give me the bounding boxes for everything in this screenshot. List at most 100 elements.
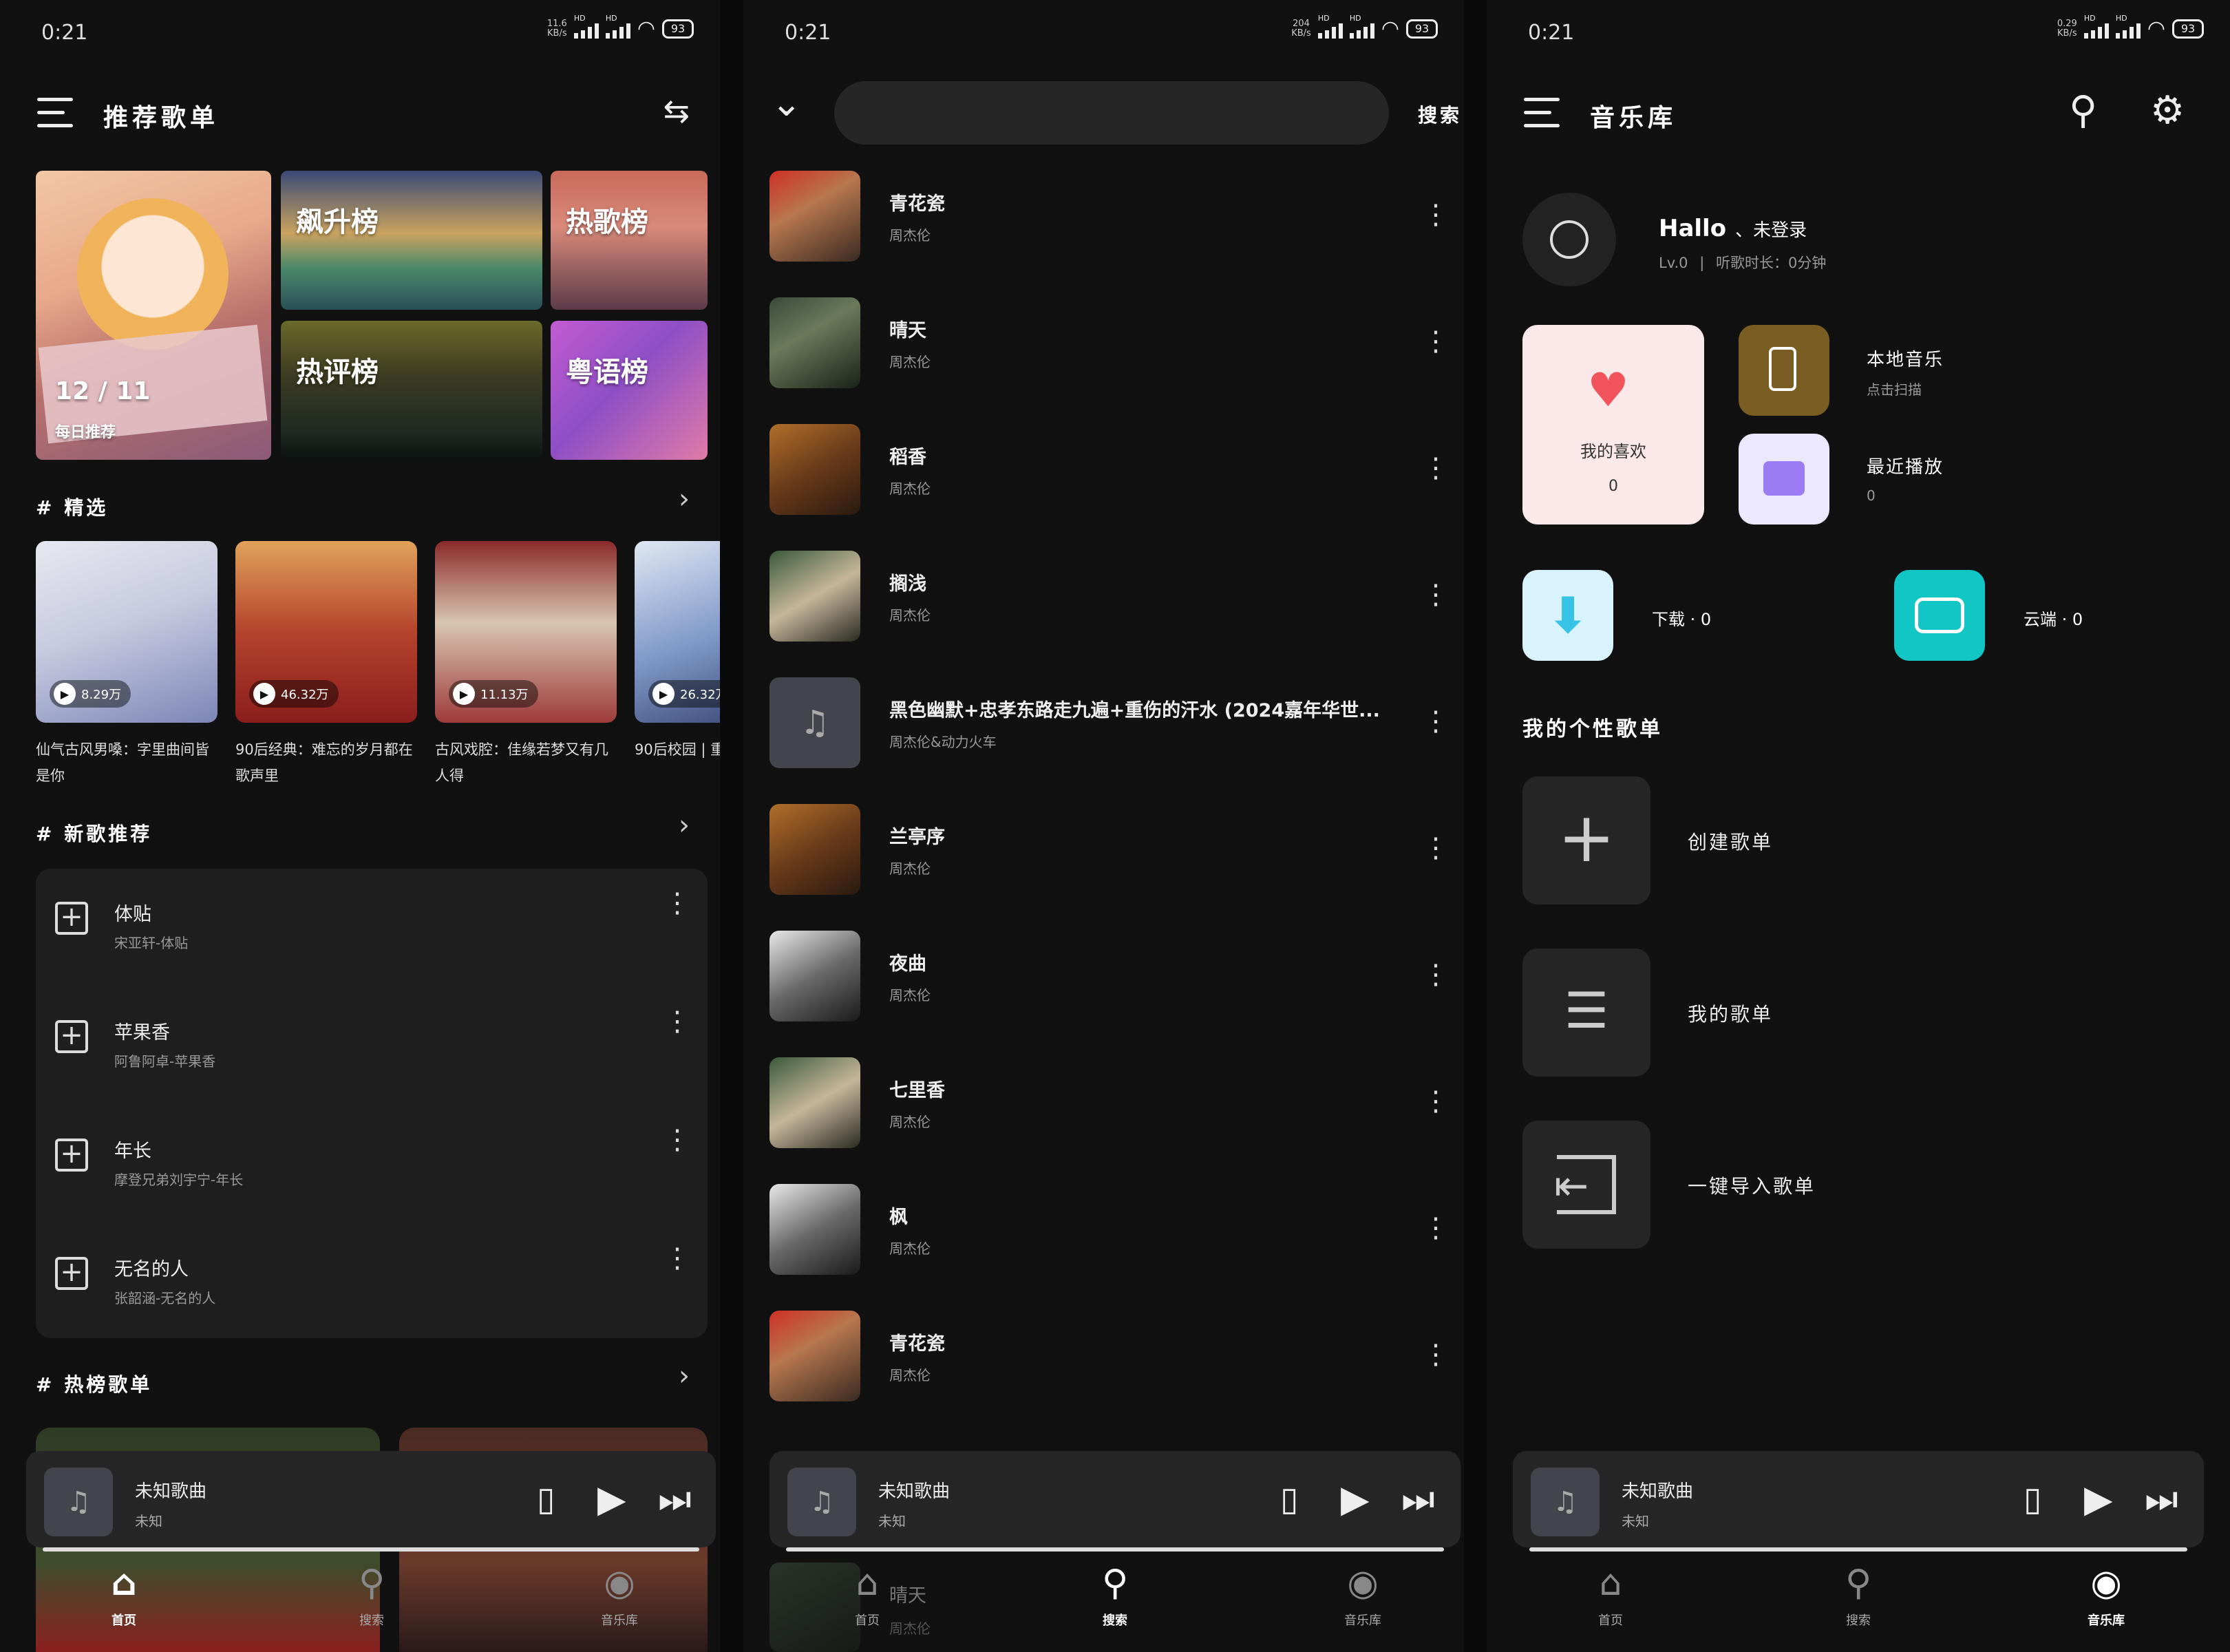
play-icon: ▶ bbox=[54, 683, 76, 705]
status-bar: 0:21 11.6 KB/s HD HD ◠ 93 bbox=[0, 0, 720, 62]
play-icon[interactable]: ▶ bbox=[1341, 1477, 1370, 1521]
chart-soaring[interactable]: 飙升榜 bbox=[281, 171, 542, 310]
chart-comment[interactable]: 热评榜 bbox=[281, 321, 542, 460]
list-item[interactable]: 夜曲 周杰伦 ⋮ bbox=[743, 914, 1464, 1041]
list-item[interactable]: 青花瓷 周杰伦 ⋮ bbox=[743, 154, 1464, 281]
plus-box-icon[interactable]: + bbox=[55, 1020, 88, 1053]
chevron-right-icon[interactable]: › bbox=[679, 1360, 690, 1392]
mini-player[interactable]: ♫ 未知歌曲 未知 ▯ ▶ ⏭ bbox=[26, 1451, 716, 1552]
chart-hot[interactable]: 热歌榜 bbox=[551, 171, 708, 310]
more-vert-icon[interactable]: ⋮ bbox=[1422, 1214, 1450, 1242]
menu-icon[interactable] bbox=[37, 98, 73, 128]
plus-box-icon[interactable]: + bbox=[55, 1257, 88, 1290]
speaker-icon[interactable]: ▯ bbox=[537, 1480, 555, 1518]
more-vert-icon[interactable]: ⋮ bbox=[1422, 961, 1450, 988]
search-button[interactable]: 搜索 bbox=[1418, 100, 1462, 128]
more-vert-icon[interactable]: ⋮ bbox=[1422, 1341, 1450, 1368]
search-input[interactable] bbox=[834, 81, 1389, 145]
list-item[interactable]: + 苹果香 阿鲁阿卓-苹果香 ⋮ bbox=[36, 987, 708, 1083]
plus-box-icon[interactable]: + bbox=[55, 902, 88, 935]
list-item[interactable]: ♫ 黑色幽默+忠孝东路走九遍+重伤的汗水 (2024嘉年华世... 周杰伦&动力… bbox=[743, 661, 1464, 787]
nav-search[interactable]: ⚲ 搜索 bbox=[1074, 1563, 1156, 1629]
mini-player[interactable]: ♫ 未知歌曲 未知 ▯ ▶ ⏭ bbox=[769, 1451, 1461, 1552]
my-playlists-label[interactable]: 我的歌单 bbox=[1688, 999, 1773, 1027]
swap-icon[interactable]: ⇆ bbox=[663, 92, 690, 129]
settings-icon[interactable]: ⚙ bbox=[2150, 88, 2185, 133]
featured-card[interactable]: ▶ 11.13万 古风戏腔：佳缘若梦又有几人得 bbox=[435, 541, 617, 789]
create-playlist-button[interactable]: + bbox=[1522, 776, 1650, 904]
more-vert-icon[interactable]: ⋮ bbox=[663, 1245, 691, 1272]
more-vert-icon[interactable]: ⋮ bbox=[1422, 328, 1450, 355]
play-icon[interactable]: ▶ bbox=[2084, 1477, 2113, 1521]
menu-icon[interactable] bbox=[1524, 98, 1560, 128]
more-vert-icon[interactable]: ⋮ bbox=[663, 1008, 691, 1035]
local-music-label[interactable]: 本地音乐 bbox=[1867, 346, 1944, 371]
daily-recommend-card[interactable]: 12 / 11 每日推荐 bbox=[36, 171, 271, 460]
skip-next-icon[interactable]: ⏭ bbox=[658, 1477, 692, 1521]
nav-search[interactable]: ⚲ 搜索 bbox=[330, 1563, 413, 1629]
chevron-right-icon[interactable]: › bbox=[679, 809, 690, 841]
import-playlist-label[interactable]: 一键导入歌单 bbox=[1688, 1172, 1816, 1199]
search-icon: ⚲ bbox=[1101, 1563, 1129, 1604]
nav-library[interactable]: ◉ 音乐库 bbox=[1321, 1563, 1404, 1629]
album-art bbox=[769, 931, 860, 1021]
list-item[interactable]: 搁浅 周杰伦 ⋮ bbox=[743, 534, 1464, 661]
more-vert-icon[interactable]: ⋮ bbox=[1422, 708, 1450, 735]
skip-next-icon[interactable]: ⏭ bbox=[2145, 1477, 2178, 1521]
featured-card[interactable]: ▶ 46.32万 90后经典：难忘的岁月都在歌声里 bbox=[235, 541, 417, 789]
search-icon: ⚲ bbox=[1845, 1563, 1872, 1604]
speaker-icon[interactable]: ▯ bbox=[2024, 1480, 2041, 1518]
list-item[interactable]: 枫 周杰伦 ⋮ bbox=[743, 1167, 1464, 1294]
nav-library[interactable]: ◉ 音乐库 bbox=[2065, 1563, 2147, 1629]
list-item[interactable]: 晴天 周杰伦 ⋮ bbox=[743, 281, 1464, 407]
chevron-right-icon[interactable]: › bbox=[679, 483, 690, 515]
more-vert-icon[interactable]: ⋮ bbox=[1422, 454, 1450, 482]
nav-home[interactable]: ⌂ 首页 bbox=[826, 1563, 909, 1629]
more-vert-icon[interactable]: ⋮ bbox=[1422, 581, 1450, 608]
more-vert-icon[interactable]: ⋮ bbox=[1422, 834, 1450, 862]
nav-search[interactable]: ⚲ 搜索 bbox=[1817, 1563, 1900, 1629]
favorites-tile[interactable]: ♥ 我的喜欢 0 bbox=[1522, 325, 1704, 525]
signal-icon: HD bbox=[2083, 14, 2109, 39]
download-label[interactable]: 下载 · 0 bbox=[1652, 606, 1711, 630]
recent-label[interactable]: 最近播放 bbox=[1867, 453, 1944, 478]
play-icon[interactable]: ▶ bbox=[597, 1477, 626, 1521]
my-playlists-button[interactable]: ☰ bbox=[1522, 949, 1650, 1077]
cloud-tile[interactable] bbox=[1894, 570, 1985, 661]
wifi-icon: ◠ bbox=[637, 17, 655, 41]
skip-next-icon[interactable]: ⏭ bbox=[1401, 1477, 1435, 1521]
nav-library[interactable]: ◉ 音乐库 bbox=[578, 1563, 661, 1629]
list-item[interactable]: + 无名的人 张韶涵-无名的人 ⋮ bbox=[36, 1224, 708, 1320]
list-item[interactable]: 兰亭序 周杰伦 ⋮ bbox=[743, 787, 1464, 914]
battery-icon: 93 bbox=[2172, 19, 2204, 39]
featured-card[interactable]: ▶26.32万 90后校园 | 重要这首歌 bbox=[635, 541, 720, 763]
create-playlist-label[interactable]: 创建歌单 bbox=[1688, 827, 1773, 855]
list-item[interactable]: 七里香 周杰伦 ⋮ bbox=[743, 1041, 1464, 1167]
login-status[interactable]: 、未登录 bbox=[1735, 220, 1807, 241]
import-playlist-button[interactable]: ⇤ bbox=[1522, 1121, 1650, 1249]
cloud-label[interactable]: 云端 · 0 bbox=[2024, 606, 2083, 630]
nav-home[interactable]: ⌂ 首页 bbox=[1569, 1563, 1652, 1629]
chart-cantonese[interactable]: 粤语榜 bbox=[551, 321, 708, 460]
more-vert-icon[interactable]: ⋮ bbox=[663, 1126, 691, 1154]
more-vert-icon[interactable]: ⋮ bbox=[1422, 201, 1450, 229]
list-item[interactable]: 青花瓷 周杰伦 ⋮ bbox=[743, 1294, 1464, 1421]
avatar[interactable] bbox=[1522, 193, 1616, 286]
download-tile[interactable]: ⬇ bbox=[1522, 570, 1613, 661]
plus-box-icon[interactable]: + bbox=[55, 1139, 88, 1172]
search-icon[interactable]: ⚲ bbox=[2069, 88, 2097, 133]
nav-home[interactable]: ⌂ 首页 bbox=[83, 1563, 165, 1629]
mini-player[interactable]: ♫ 未知歌曲 未知 ▯ ▶ ⏭ bbox=[1513, 1451, 2204, 1552]
album-art bbox=[769, 297, 860, 388]
speaker-icon[interactable]: ▯ bbox=[1280, 1480, 1298, 1518]
list-item[interactable]: + 年长 摩登兄弟刘宇宁-年长 ⋮ bbox=[36, 1105, 708, 1202]
local-music-tile[interactable] bbox=[1739, 325, 1829, 416]
featured-card[interactable]: ▶ 8.29万 仙气古风男嗓：字里曲间皆是你 bbox=[36, 541, 217, 789]
list-item[interactable]: + 体贴 宋亚轩-体贴 ⋮ bbox=[36, 869, 708, 965]
recent-tile[interactable] bbox=[1739, 434, 1829, 525]
list-item[interactable]: 稻香 周杰伦 ⋮ bbox=[743, 407, 1464, 534]
chevron-down-icon[interactable]: ⌄ bbox=[771, 81, 802, 125]
more-vert-icon[interactable]: ⋮ bbox=[663, 889, 691, 917]
net-speed: 204 KB/s bbox=[1291, 18, 1311, 39]
more-vert-icon[interactable]: ⋮ bbox=[1422, 1088, 1450, 1115]
